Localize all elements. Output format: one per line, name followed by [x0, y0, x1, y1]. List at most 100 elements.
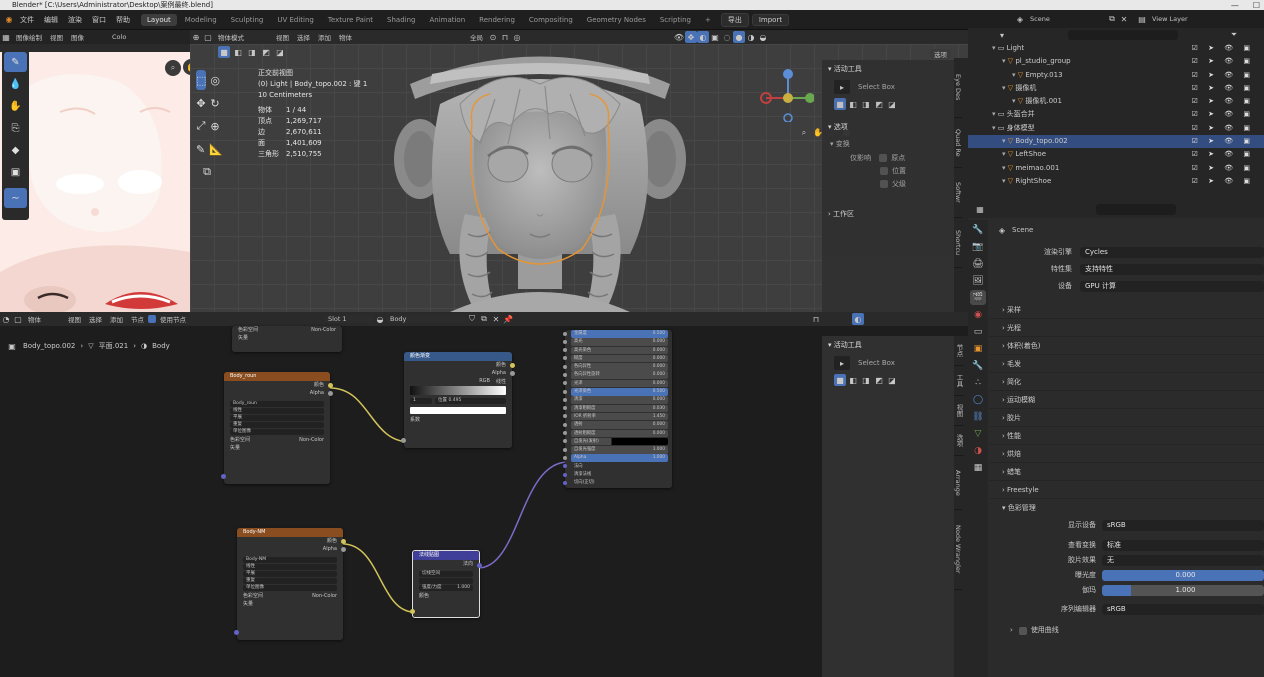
input-socket[interactable] [563, 439, 567, 444]
active-tool-header[interactable]: ▾ 活动工具 [822, 336, 954, 354]
projection-dropdown[interactable]: 平展 [243, 571, 337, 577]
node-title[interactable]: 法线贴图 [413, 551, 479, 560]
property-section-header[interactable]: › 体积(着色) [990, 337, 1264, 355]
mode-subtract-icon[interactable]: ◨ [860, 98, 872, 110]
menu-file[interactable]: 文件 [15, 15, 39, 25]
input-socket[interactable] [563, 422, 567, 427]
bsdf-input-row[interactable]: 透射粗糙度 0.000 [563, 429, 668, 438]
collection-tab-icon[interactable]: ▭ [970, 324, 986, 339]
interpolation-dropdown[interactable]: 线性 [230, 408, 324, 414]
material-tab-icon[interactable]: ◑ [970, 443, 986, 458]
property-section-header[interactable]: › 简化 [990, 373, 1264, 391]
bsdf-input-row[interactable]: 切向(正切) [563, 479, 668, 487]
menu-help[interactable]: 帮助 [111, 15, 135, 25]
transform-icon[interactable]: ⊕ [210, 116, 220, 136]
device-dropdown[interactable]: GPU 计算 [1080, 281, 1264, 292]
mode-invert-icon[interactable]: ◩ [873, 374, 885, 386]
display-device-dropdown[interactable]: sRGB [1102, 520, 1264, 531]
color-ramp-node[interactable]: 颜色渐变 颜色 Alpha RGB 线性 1 位置 0.495 系数 [401, 352, 515, 448]
xray-icon[interactable]: ▣ [709, 31, 721, 43]
editor-type-icon[interactable]: ⊕ [190, 31, 202, 43]
bsdf-input-row[interactable]: 各向异性旋转 0.000 [563, 371, 668, 379]
shading-wire-icon[interactable]: ◌ [721, 31, 733, 43]
mode-intersect-icon[interactable]: ◪ [886, 374, 898, 386]
normal-space-dropdown[interactable]: 切线空间 [419, 571, 473, 577]
input-socket[interactable] [563, 331, 567, 336]
shading-material-icon[interactable]: ◑ [745, 31, 757, 43]
texture-tab-icon[interactable]: ▦ [970, 460, 986, 475]
input-socket[interactable] [221, 474, 226, 479]
outliner-row[interactable]: ▾ ▽ pl_studio_group ☑ ➤ 👁 ▣ [968, 55, 1264, 68]
tab-tool[interactable]: 工具 [954, 366, 964, 396]
projection-dropdown[interactable]: 平展 [230, 415, 324, 421]
property-section-header[interactable]: › 毛发 [990, 355, 1264, 373]
property-section-header[interactable]: › 性能 [990, 427, 1264, 445]
import-button[interactable]: Import [751, 13, 790, 26]
visibility-toggle-icons[interactable]: ☑ ➤ 👁 ▣ [1192, 69, 1254, 82]
principled-bsdf-node[interactable]: 金属度 0.500 高光 0.000 高光染色 0.000 糙度 0.000 各向异性 0.000… [563, 330, 672, 488]
tab-modeling[interactable]: Modeling [179, 14, 223, 26]
shader-editor[interactable]: ◔ ▢ 物体 视图 选择 添加 节点 使用节点 Slot 1 ◒ Body ⛉ … [0, 312, 968, 677]
view-layer-name[interactable]: View Layer [1148, 15, 1228, 23]
output-socket[interactable] [328, 391, 333, 396]
visibility-toggle-icons[interactable]: ☑ ➤ 👁 ▣ [1192, 175, 1254, 188]
viewport-select-menu[interactable]: 选择 [293, 32, 314, 42]
select-new-icon[interactable]: ■ [218, 46, 230, 58]
zoom-icon[interactable]: ⌕ [165, 59, 181, 76]
tab-view[interactable]: 视图 [954, 396, 964, 426]
physics-tab-icon[interactable]: ◯ [970, 392, 986, 407]
select-extend-icon[interactable]: ◧ [232, 46, 244, 58]
annotate-icon[interactable]: ∼ [4, 188, 27, 208]
viewport-options-button[interactable]: 选项 [930, 49, 951, 59]
property-section-header[interactable]: › 烘焙 [990, 445, 1264, 463]
tool-tab-icon[interactable]: 🔧 [970, 222, 986, 237]
sequencer-dropdown[interactable]: sRGB [1102, 604, 1264, 615]
visibility-toggle-icons[interactable]: ☑ ➤ 👁 ▣ [1192, 122, 1254, 135]
outliner[interactable]: ◈ Scene ⧉ ✕ ▤ View Layer ▾ ⏷ ▾ ▭ Light ☑ … [968, 10, 1264, 200]
bsdf-input-row[interactable]: 法向 [563, 463, 668, 471]
menu-window[interactable]: 窗口 [87, 15, 111, 25]
visibility-toggle-icons[interactable]: ☑ ➤ 👁 ▣ [1192, 108, 1254, 121]
select-subtract-icon[interactable]: ◨ [246, 46, 258, 58]
options-header[interactable]: ▾ 选项 [822, 118, 956, 136]
rotate-icon[interactable]: ↻ [210, 93, 220, 113]
proportional-icon[interactable]: ◎ [511, 31, 523, 43]
colorspace-dropdown[interactable]: Non-Color [312, 592, 337, 600]
minimize-icon[interactable]: — [1231, 1, 1239, 10]
tab-shading[interactable]: Shading [381, 14, 421, 26]
draw-brush-icon[interactable]: ✎ [4, 52, 27, 72]
viewport-add-menu[interactable]: 添加 [314, 32, 335, 42]
extension-dropdown[interactable]: 重复 [243, 578, 337, 584]
new-scene-icon[interactable]: ⧉ [1106, 13, 1118, 25]
alpha-mode-dropdown[interactable]: 单位图像 [243, 585, 337, 591]
tab-scripting[interactable]: Scripting [654, 14, 697, 26]
image-texture-node[interactable]: Body_roun 颜色 Alpha Body_roun 线性 平展 重复 单位… [221, 372, 333, 484]
view-layer-tab-icon[interactable]: 🖼 [970, 273, 986, 288]
property-section-header[interactable]: › 蜡笔 [990, 463, 1264, 481]
scale-icon[interactable]: ⤢ [196, 116, 206, 136]
origin-checkbox[interactable] [879, 154, 888, 162]
select-box-icon[interactable]: ⬚ [196, 70, 207, 90]
tab-options[interactable]: 选项 [954, 426, 964, 456]
outliner-row[interactable]: ▾ ▽ 摄像机 ☑ ➤ 👁 ▣ [968, 82, 1264, 95]
property-section-header[interactable]: › Freestyle [990, 481, 1264, 499]
input-socket[interactable] [563, 339, 567, 344]
outliner-row[interactable]: ▾ ▽ LeftShoe ☑ ➤ 👁 ▣ [968, 148, 1264, 161]
viewport-view-menu[interactable]: 视图 [272, 32, 293, 42]
remove-scene-icon[interactable]: ✕ [1118, 13, 1130, 25]
input-socket[interactable] [563, 447, 567, 452]
editor-type-icon[interactable]: ▦ [974, 203, 986, 215]
mode-invert-icon[interactable]: ◩ [873, 98, 885, 110]
tab-layout[interactable]: Layout [141, 13, 177, 26]
zoom-icon[interactable]: ⌕ [798, 127, 810, 139]
color-management-section[interactable]: ▾ 色彩管理 [990, 499, 1264, 517]
scene-name[interactable]: Scene [1026, 15, 1106, 23]
visibility-toggle-icons[interactable]: ☑ ➤ 👁 ▣ [1192, 162, 1254, 175]
node-title[interactable]: Body_roun [224, 372, 330, 381]
overlay-node-icon[interactable]: ◐ [852, 313, 864, 325]
bsdf-input-row[interactable]: 自发光(发射) [563, 437, 668, 446]
input-socket[interactable] [234, 630, 239, 635]
modifier-tab-icon[interactable]: 🔧 [970, 358, 986, 373]
transform-orientation[interactable]: 全局 [466, 32, 487, 42]
tab-softwr[interactable]: Softwr [954, 168, 962, 218]
